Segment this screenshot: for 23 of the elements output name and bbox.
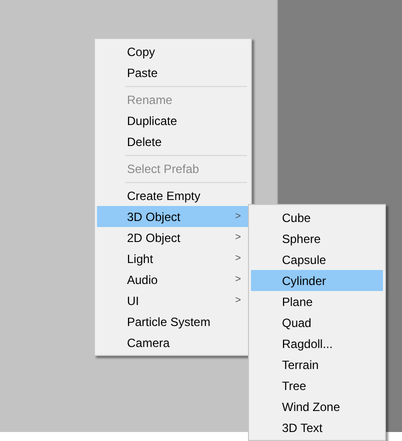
menu-item[interactable]: Cube (251, 207, 383, 228)
menu-item[interactable]: 3D Object > (97, 206, 249, 227)
menu-item[interactable]: Wind Zone (251, 396, 383, 417)
menu-item[interactable]: Tree (251, 375, 383, 396)
menu-item[interactable]: 2D Object > (97, 227, 249, 248)
menu-item[interactable]: UI > (97, 290, 249, 311)
menu-item[interactable]: Paste (97, 62, 249, 83)
menu-item[interactable]: Ragdoll... (251, 333, 383, 354)
menu-item[interactable]: Terrain (251, 354, 383, 375)
menu-item[interactable]: Delete (97, 131, 249, 152)
menu-item[interactable]: Sphere (251, 228, 383, 249)
menu-item[interactable]: Light > (97, 248, 249, 269)
menu-item[interactable]: 3D Text (251, 417, 383, 438)
menu-item[interactable]: Cylinder (251, 270, 383, 291)
menu-item[interactable]: Duplicate (97, 110, 249, 131)
menu-item[interactable]: Particle System (97, 311, 249, 332)
menu-item[interactable]: Capsule (251, 249, 383, 270)
menu-item[interactable]: Camera (97, 332, 249, 353)
menu-item[interactable]: Plane (251, 291, 383, 312)
menu-item[interactable]: Create Empty (97, 185, 249, 206)
menu-item[interactable]: Copy (97, 41, 249, 62)
menu-item[interactable]: Audio > (97, 269, 249, 290)
menu-item[interactable]: Quad (251, 312, 383, 333)
